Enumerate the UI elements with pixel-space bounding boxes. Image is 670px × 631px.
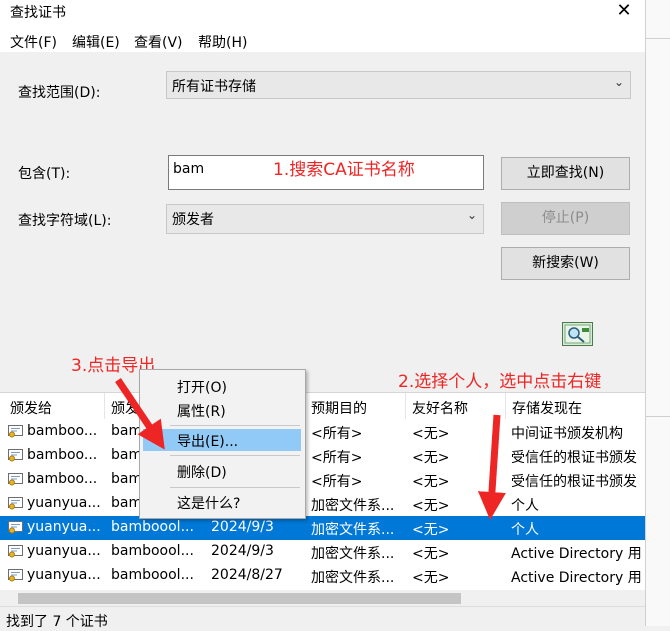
table-cell: 中间证书颁发机构 [511, 426, 623, 442]
table-cell: 加密文件系... [311, 546, 395, 562]
table-cell: <无> [412, 546, 450, 562]
status-text: 找到了 7 个证书 [6, 614, 108, 630]
table-cell: bamboo... [27, 447, 98, 463]
column-header-location[interactable]: 存储发现在 [506, 393, 645, 419]
menu-help[interactable]: 帮助(H) [198, 32, 247, 52]
menu-bar: 文件(F) 编辑(E) 查看(V) 帮助(H) [0, 28, 645, 52]
table-cell: 受信任的根证书颁发 [511, 474, 637, 490]
table-cell: 2024/9/3 [211, 519, 274, 535]
table-cell: <无> [412, 498, 450, 514]
contains-label: 包含(T): [18, 166, 71, 182]
table-cell: 加密文件系... [311, 570, 395, 586]
table-cell: yuanyua... [27, 543, 101, 559]
table-row[interactable]: bamboo... bam <所有> <无> 受信任的根证书颁发 [0, 444, 645, 468]
certificate-icon [8, 545, 23, 558]
column-header-purpose[interactable]: 预期目的 [305, 393, 406, 419]
chevron-down-icon: ⌄ [466, 208, 477, 222]
certificate-icon [8, 521, 23, 534]
contains-value: bam [173, 161, 205, 177]
table-cell: <无> [412, 474, 450, 490]
annotation-step1: 1.搜索CA证书名称 [273, 160, 415, 180]
scope-dropdown[interactable]: 所有证书存储 ⌄ [166, 71, 631, 99]
table-cell: yuanyua... [27, 519, 101, 535]
background-window-strip [645, 0, 670, 626]
certificate-icon [8, 473, 23, 486]
certificate-icon [8, 569, 23, 582]
table-cell: 个人 [511, 522, 539, 538]
context-item-open[interactable]: 打开(O) [143, 375, 301, 397]
status-bar: 找到了 7 个证书 [0, 606, 645, 630]
table-cell: bamboool... [111, 519, 194, 535]
context-item-label: 导出(E)... [177, 434, 239, 450]
table-row[interactable]: yuanyua... bam 加密文件系... <无> 个人 [0, 492, 645, 516]
new-search-button[interactable]: 新搜索(W) [501, 247, 630, 280]
title-bar: 查找证书 ✕ [0, 0, 645, 28]
table-cell: bamboo... [27, 471, 98, 487]
table-cell: 2024/8/27 [211, 567, 283, 583]
table-cell: yuanyua... [27, 495, 101, 511]
stop-button[interactable]: 停止(P) [501, 202, 630, 235]
table-cell: bamboo... [27, 423, 98, 439]
menu-edit[interactable]: 编辑(E) [72, 32, 120, 52]
context-item-label: 打开(O) [177, 380, 227, 396]
table-cell: bamboool... [111, 567, 194, 583]
certificate-list[interactable]: 颁发给 颁发 预期目的 友好名称 存储发现在 bamboo... bam <所有> <… [0, 392, 645, 591]
certificate-icon [8, 449, 23, 462]
scope-value: 所有证书存储 [172, 79, 256, 95]
field-value: 颁发者 [172, 212, 214, 228]
scope-label: 查找范围(D): [18, 85, 101, 101]
search-magnifier-icon [562, 322, 593, 346]
table-row[interactable]: yuanyua... bamboool... 2024/9/3 加密文件系... <无>… [0, 540, 645, 564]
table-row[interactable]: yuanyua... bamboool... 2024/8/27 加密文件系... <无… [0, 564, 645, 588]
table-cell: bamboool... [111, 543, 194, 559]
context-item-label: 属性(R) [177, 404, 226, 420]
menu-view[interactable]: 查看(V) [134, 32, 183, 52]
chevron-down-icon: ⌄ [613, 75, 624, 89]
certificate-icon [8, 425, 23, 438]
close-button[interactable]: ✕ [612, 0, 636, 24]
certificate-icon [8, 497, 23, 510]
table-cell: Active Directory 用 [511, 546, 642, 562]
scrollbar-thumb[interactable] [18, 593, 461, 604]
table-cell: 2024/9/3 [211, 543, 274, 559]
context-item-delete[interactable]: 删除(D) [143, 460, 301, 482]
column-header-friendly-name[interactable]: 友好名称 [406, 393, 506, 419]
context-item-label: 这是什么? [177, 496, 241, 512]
window-title: 查找证书 [10, 5, 66, 21]
table-cell: yuanyua... [27, 567, 101, 583]
table-cell: 个人 [511, 498, 539, 514]
field-label: 查找字符域(L): [18, 213, 112, 229]
table-cell: <所有> [311, 450, 363, 466]
context-separator [170, 425, 300, 426]
context-item-label: 删除(D) [177, 465, 227, 481]
context-separator [170, 487, 300, 488]
table-cell: 加密文件系... [311, 522, 395, 538]
table-cell: 加密文件系... [311, 498, 395, 514]
column-header-issued-to[interactable]: 颁发给 [4, 393, 105, 419]
context-menu: 打开(O) 属性(R) 导出(E)... 删除(D) 这是什么? [139, 369, 306, 519]
table-row[interactable]: bamboo... bam <所有> <无> 中间证书颁发机构 [0, 420, 645, 444]
find-now-button[interactable]: 立即查找(N) [501, 157, 630, 190]
field-dropdown[interactable]: 颁发者 ⌄ [166, 204, 484, 234]
table-cell: Active Directory 用 [511, 570, 642, 586]
context-item-properties[interactable]: 属性(R) [143, 399, 301, 421]
context-item-whats-this[interactable]: 这是什么? [143, 491, 301, 513]
table-cell: <无> [412, 450, 450, 466]
context-item-export[interactable]: 导出(E)... [143, 429, 301, 451]
table-cell: <无> [412, 570, 450, 586]
table-cell: 受信任的根证书颁发 [511, 450, 637, 466]
table-row[interactable]: bamboo... bam <所有> <无> 受信任的根证书颁发 [0, 468, 645, 492]
table-cell: <无> [412, 522, 450, 538]
table-cell: <无> [412, 426, 450, 442]
table-cell: <所有> [311, 426, 363, 442]
menu-file[interactable]: 文件(F) [10, 32, 57, 52]
context-separator [170, 455, 300, 456]
table-cell: <所有> [311, 474, 363, 490]
table-row[interactable]: yuanyua... bamboool... 2024/9/3 加密文件系... <无>… [0, 516, 645, 540]
annotation-step2: 2.选择个人，选中点击右键 [398, 372, 602, 392]
